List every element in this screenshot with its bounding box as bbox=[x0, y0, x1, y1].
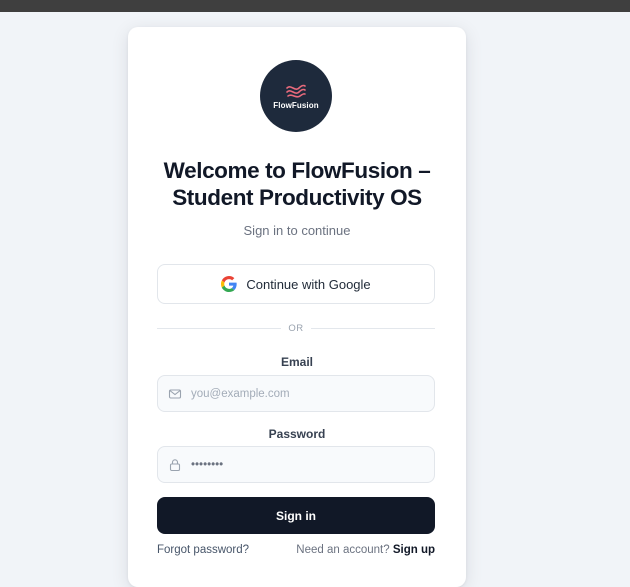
lock-icon bbox=[168, 458, 182, 472]
email-field[interactable] bbox=[189, 386, 423, 401]
app-logo: FlowFusion bbox=[260, 60, 332, 132]
title-line-1: Welcome to FlowFusion – bbox=[163, 158, 431, 183]
wave-logo-icon bbox=[286, 84, 306, 98]
page-subtitle: Sign in to continue bbox=[243, 223, 351, 238]
email-label: Email bbox=[280, 355, 313, 369]
signup-prompt: Need an account? bbox=[296, 544, 390, 556]
login-card: FlowFusion Welcome to FlowFusion – Stude… bbox=[128, 27, 466, 587]
logo-text: FlowFusion bbox=[273, 101, 319, 110]
signup-area: Need an account? Sign up bbox=[296, 544, 435, 556]
password-field[interactable] bbox=[189, 457, 423, 472]
title-line-2: Student Productivity OS bbox=[172, 185, 422, 210]
email-field-container[interactable] bbox=[157, 375, 435, 412]
mail-icon bbox=[168, 387, 182, 401]
page-title: Welcome to FlowFusion – Student Producti… bbox=[128, 157, 466, 211]
forgot-password-link[interactable]: Forgot password? bbox=[157, 544, 249, 556]
divider-line-right bbox=[311, 328, 435, 329]
sign-up-link[interactable]: Sign up bbox=[393, 544, 435, 556]
continue-with-google-button[interactable]: Continue with Google bbox=[157, 264, 435, 304]
or-divider: OR bbox=[157, 323, 435, 335]
password-field-container[interactable] bbox=[157, 446, 435, 483]
sign-in-button[interactable]: Sign in bbox=[157, 497, 435, 534]
auth-footer: Forgot password? Need an account? Sign u… bbox=[157, 544, 435, 560]
password-label: Password bbox=[268, 427, 326, 441]
google-button-label: Continue with Google bbox=[246, 276, 371, 292]
google-icon bbox=[221, 276, 238, 292]
browser-top-bar bbox=[0, 0, 630, 12]
